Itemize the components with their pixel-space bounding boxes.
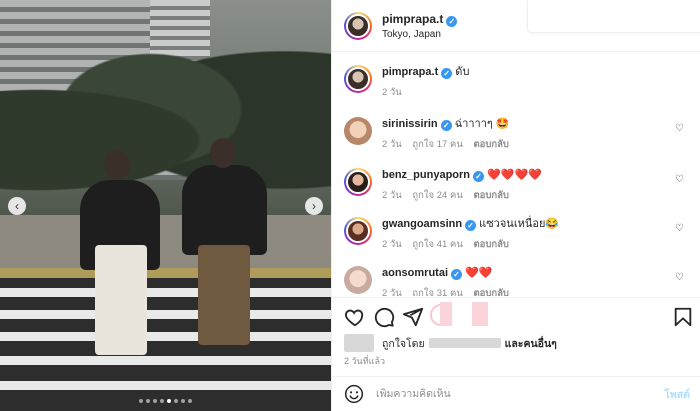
comment-like-heart-icon[interactable]: ♡: [675, 123, 684, 134]
carousel-dot: [146, 399, 150, 403]
woman-pants: [95, 245, 147, 355]
comment-likes[interactable]: ถูกใจ 17 คน: [412, 139, 462, 150]
comments-list: pimprapa.t ✓ ดับ 2 วัน sirinissirin ✓ ฉ่าา…: [332, 53, 700, 296]
carousel-indicator: [0, 399, 331, 403]
crosswalk-stripe: [0, 332, 331, 341]
liker-name-redacted[interactable]: [428, 338, 501, 348]
comment-item: aonsomrutai ✓ ❤️❤️ 2 วัน ถูกใจ 31 คน ตอบก…: [344, 266, 688, 296]
post-location[interactable]: Tokyo, Japan: [382, 29, 457, 40]
comment-likes[interactable]: ถูกใจ 41 คน: [412, 239, 462, 250]
woman-head: [104, 150, 130, 180]
reply-button[interactable]: ตอบกลับ: [473, 239, 509, 250]
comment-text: ฉ่าาาาๆ 🤩: [454, 118, 510, 130]
caption-avatar[interactable]: [344, 65, 372, 93]
author-username[interactable]: pimprapa.t: [382, 12, 443, 26]
liker-avatar-blurred: [440, 302, 452, 326]
comment-username[interactable]: aonsomrutai: [382, 267, 448, 279]
heart-icon[interactable]: [344, 306, 366, 328]
bookmark-icon[interactable]: [672, 306, 694, 328]
comment-time[interactable]: 2 วัน: [382, 288, 402, 296]
verified-badge-icon: ✓: [446, 15, 458, 27]
caption-username[interactable]: pimprapa.t: [382, 66, 438, 78]
comment-username[interactable]: benz_punyaporn: [382, 169, 470, 181]
share-icon[interactable]: [402, 306, 424, 328]
post-photo[interactable]: ‹ ›: [0, 0, 331, 411]
verified-badge-icon: ✓: [465, 220, 477, 231]
comment-text: ❤️❤️❤️❤️: [487, 169, 542, 181]
caption-time[interactable]: 2 วัน: [382, 87, 402, 98]
carousel-dot: [153, 399, 157, 403]
comment-likes[interactable]: ถูกใจ 31 คน: [412, 288, 462, 296]
reply-button[interactable]: ตอบกลับ: [473, 139, 509, 150]
comment-time[interactable]: 2 วัน: [382, 239, 402, 250]
post-comment-button[interactable]: โพสต์: [664, 386, 690, 403]
curb: [0, 268, 331, 278]
liked-by-suffix[interactable]: และคนอื่นๆ: [505, 335, 557, 352]
carousel-dot: [181, 399, 185, 403]
comment-like-heart-icon[interactable]: ♡: [675, 223, 684, 234]
verified-badge-icon: ✓: [441, 68, 453, 79]
reply-button[interactable]: ตอบกลับ: [473, 190, 509, 201]
verified-badge-icon: ✓: [440, 120, 452, 131]
verified-badge-icon: ✓: [473, 171, 485, 182]
comment-like-heart-icon[interactable]: ♡: [675, 174, 684, 185]
emoji-icon[interactable]: [344, 384, 364, 404]
man-figure: [182, 165, 267, 255]
comment-avatar[interactable]: [344, 117, 372, 145]
author-avatar[interactable]: [344, 11, 372, 40]
comment-avatar[interactable]: [344, 168, 372, 196]
comment-input[interactable]: [376, 388, 646, 400]
crosswalk-stripe: [0, 310, 331, 319]
carousel-prev-button[interactable]: ‹: [8, 197, 26, 215]
comment-item: sirinissirin ✓ ฉ่าาาาๆ 🤩 2 วัน ถูกใจ 17 ค…: [344, 117, 688, 152]
caption-text: ดับ: [455, 66, 470, 78]
comment-time[interactable]: 2 วัน: [382, 139, 402, 150]
liker-avatar-redacted: [344, 334, 374, 352]
chevron-right-icon: ›: [312, 199, 316, 213]
comment-username[interactable]: sirinissirin: [382, 118, 438, 130]
comment-username[interactable]: gwangoamsinn: [382, 218, 462, 230]
carousel-dot: [160, 399, 164, 403]
comment-avatar[interactable]: [344, 217, 372, 245]
comment-item: benz_punyaporn ✓ ❤️❤️❤️❤️ 2 วัน ถูกใจ 24 …: [344, 168, 688, 203]
comment-text: ❤️❤️: [465, 267, 493, 279]
comment-icon[interactable]: [373, 306, 395, 328]
carousel-next-button[interactable]: ›: [305, 197, 323, 215]
chevron-left-icon: ‹: [15, 199, 19, 213]
crosswalk-road: [0, 278, 331, 411]
liker-avatar-blurred: [472, 302, 488, 326]
crosswalk-stripe: [0, 356, 331, 365]
liked-by-row: ถูกใจโดย และคนอื่นๆ: [344, 334, 688, 352]
post-time[interactable]: 2 วันที่แล้ว: [344, 354, 385, 368]
action-bar: [332, 297, 700, 337]
comment-likes[interactable]: ถูกใจ 24 คน: [412, 190, 462, 201]
comment-avatar[interactable]: [344, 266, 372, 294]
add-comment-bar: โพสต์: [332, 376, 700, 411]
carousel-dot: [139, 399, 143, 403]
comment-time[interactable]: 2 วัน: [382, 190, 402, 201]
reply-button[interactable]: ตอบกลับ: [473, 288, 509, 296]
background-trees: [0, 40, 331, 240]
carousel-dot: [188, 399, 192, 403]
crosswalk-stripe: [0, 288, 331, 297]
man-head: [210, 138, 236, 168]
caption-item: pimprapa.t ✓ ดับ 2 วัน: [344, 65, 688, 100]
post-side-panel: pimprapa.t ✓ Tokyo, Japan pimprapa.t ✓ ดับ…: [331, 0, 700, 411]
verified-badge-icon: ✓: [451, 269, 463, 280]
overlay-panel: [527, 0, 700, 33]
comment-text: แซวจนเหนื่อย😂: [479, 218, 560, 230]
carousel-dot: [167, 399, 171, 403]
crosswalk-stripe: [0, 381, 331, 390]
liked-by-prefix: ถูกใจโดย: [382, 337, 425, 350]
comment-item: gwangoamsinn ✓ แซวจนเหนื่อย😂 2 วัน ถูกใจ …: [344, 217, 688, 252]
man-pants: [198, 245, 250, 345]
comment-like-heart-icon[interactable]: ♡: [675, 272, 684, 283]
carousel-dot: [174, 399, 178, 403]
